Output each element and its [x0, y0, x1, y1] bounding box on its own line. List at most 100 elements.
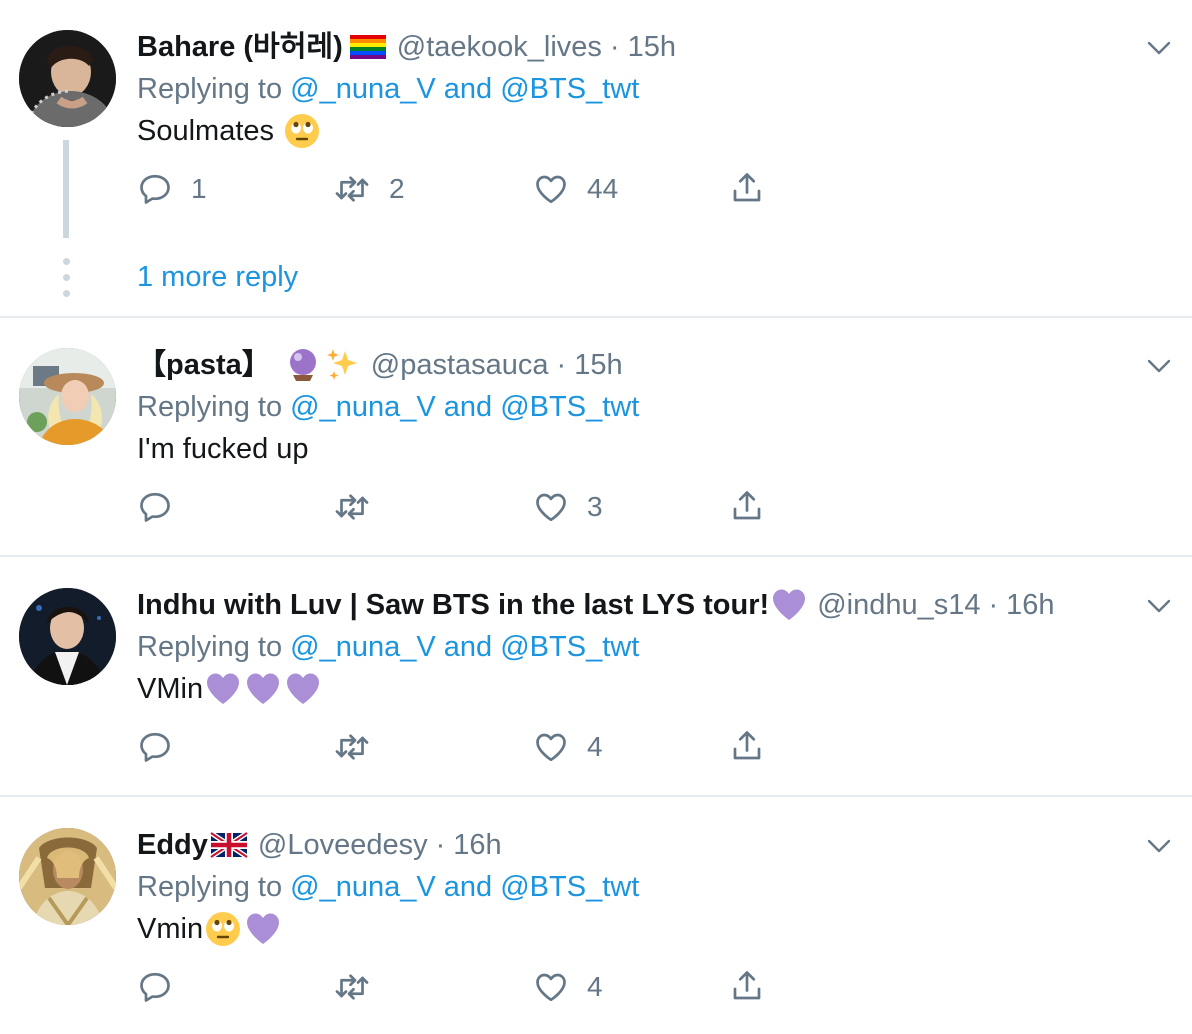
like-button[interactable]: 44 — [533, 171, 618, 207]
face-with-rolling-eyes-icon — [284, 113, 320, 149]
purple-heart-icon — [245, 671, 281, 707]
replying-label: Replying to — [137, 391, 283, 423]
separator-dot: · — [435, 829, 446, 861]
mention-link[interactable]: @BTS_twt — [500, 73, 639, 105]
replying-label: Replying to — [137, 631, 283, 663]
and-link[interactable]: and — [444, 391, 492, 423]
share-button[interactable] — [729, 170, 765, 206]
retweet-icon — [333, 171, 371, 207]
mention-link[interactable]: @BTS_twt — [500, 391, 639, 423]
replying-to: Replying to @_nuna_V and @BTS_twt — [137, 629, 639, 665]
reply-button[interactable] — [137, 489, 191, 525]
mention-link[interactable]: @_nuna_V — [290, 391, 436, 423]
avatar[interactable] — [19, 30, 116, 127]
like-count: 3 — [587, 491, 603, 522]
reply-icon — [137, 729, 173, 765]
share-icon — [729, 728, 765, 764]
thread-dot — [63, 290, 70, 297]
divider — [0, 555, 1192, 557]
tweet-text-content: Soulmates — [137, 115, 275, 147]
retweet-icon — [333, 729, 371, 765]
replying-to: Replying to @_nuna_V and @BTS_twt — [137, 71, 639, 107]
tweet-header: Indhu with Luv | Saw BTS in the last LYS… — [137, 587, 1055, 623]
display-name[interactable]: Bahare (바허레) — [137, 29, 343, 65]
retweet-button[interactable] — [333, 969, 389, 1005]
reply-button[interactable] — [137, 969, 191, 1005]
tweet-text: VMin — [137, 671, 321, 707]
like-button[interactable]: 4 — [533, 729, 603, 765]
crystal-ball-icon — [285, 347, 321, 383]
heart-icon — [533, 489, 569, 525]
thread-connector-line — [63, 140, 69, 238]
mention-link[interactable]: @BTS_twt — [500, 631, 639, 663]
separator-dot: · — [556, 349, 567, 381]
tweet-header: Bahare (바허레) @taekook_lives · 15h — [137, 29, 676, 65]
like-count: 44 — [587, 173, 619, 204]
avatar[interactable] — [19, 348, 116, 445]
retweet-button[interactable]: 2 — [333, 171, 405, 207]
and-link[interactable]: and — [444, 871, 492, 903]
retweet-button[interactable] — [333, 489, 389, 525]
share-icon — [729, 968, 765, 1004]
purple-heart-icon — [245, 911, 281, 947]
divider — [0, 795, 1192, 797]
timestamp[interactable]: 16h — [1006, 587, 1054, 623]
replying-to: Replying to @_nuna_V and @BTS_twt — [137, 869, 639, 905]
chevron-down-icon[interactable] — [1146, 358, 1172, 374]
reply-icon — [137, 489, 173, 525]
display-name[interactable]: Indhu with Luv | Saw BTS in the last LYS… — [137, 587, 769, 623]
separator-dot: · — [988, 589, 999, 621]
thread-dot — [63, 258, 70, 265]
heart-icon — [533, 729, 569, 765]
retweet-icon — [333, 489, 371, 525]
display-name[interactable]: Eddy — [137, 827, 208, 863]
share-icon — [729, 488, 765, 524]
and-link[interactable]: and — [444, 73, 492, 105]
timestamp[interactable]: 16h — [453, 827, 501, 863]
user-handle[interactable]: @pastasauca — [371, 347, 549, 383]
share-button[interactable] — [729, 488, 765, 524]
thread-dot — [63, 274, 70, 281]
mention-link[interactable]: @_nuna_V — [290, 631, 436, 663]
rainbow-flag-icon — [349, 34, 387, 60]
mention-link[interactable]: @BTS_twt — [500, 871, 639, 903]
chevron-down-icon[interactable] — [1146, 838, 1172, 854]
reply-icon — [137, 969, 173, 1005]
timestamp[interactable]: 15h — [574, 347, 622, 383]
retweet-button[interactable] — [333, 729, 389, 765]
chevron-down-icon[interactable] — [1146, 598, 1172, 614]
tweet-text: I'm fucked up — [137, 431, 309, 467]
purple-heart-icon — [771, 587, 807, 623]
chevron-down-icon[interactable] — [1146, 40, 1172, 56]
heart-icon — [533, 969, 569, 1005]
display-name[interactable]: 【pasta】 — [137, 347, 271, 383]
reply-button[interactable]: 1 — [137, 171, 207, 207]
user-handle[interactable]: @indhu_s14 — [817, 587, 980, 623]
user-handle[interactable]: @Loveedesy — [258, 827, 428, 863]
uk-flag-icon — [209, 832, 248, 858]
like-button[interactable]: 3 — [533, 489, 603, 525]
like-count: 4 — [587, 971, 603, 1002]
tweet-text-content: I'm fucked up — [137, 433, 309, 465]
share-button[interactable] — [729, 728, 765, 764]
reply-button[interactable] — [137, 729, 191, 765]
replying-label: Replying to — [137, 871, 283, 903]
tweet-text: Soulmates — [137, 113, 320, 149]
reply-icon — [137, 171, 173, 207]
sparkles-icon — [325, 347, 361, 383]
avatar[interactable] — [19, 588, 116, 685]
user-handle[interactable]: @taekook_lives — [397, 29, 602, 65]
mention-link[interactable]: @_nuna_V — [290, 73, 436, 105]
mention-link[interactable]: @_nuna_V — [290, 871, 436, 903]
face-with-rolling-eyes-icon — [205, 911, 241, 947]
divider — [0, 316, 1192, 318]
and-link[interactable]: and — [444, 631, 492, 663]
heart-icon — [533, 171, 569, 207]
show-more-replies-link[interactable]: 1 more reply — [137, 259, 298, 295]
tweet-text: Vmin — [137, 911, 281, 947]
replying-to: Replying to @_nuna_V and @BTS_twt — [137, 389, 639, 425]
share-button[interactable] — [729, 968, 765, 1004]
avatar[interactable] — [19, 828, 116, 925]
like-button[interactable]: 4 — [533, 969, 603, 1005]
timestamp[interactable]: 15h — [628, 29, 676, 65]
